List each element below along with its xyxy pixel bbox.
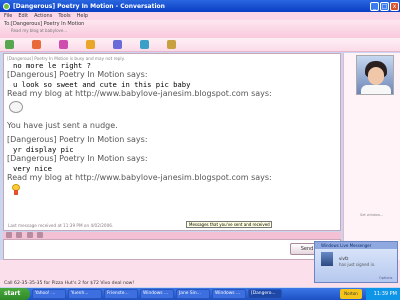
menu-edit[interactable]: Edit — [18, 13, 28, 19]
block-icon[interactable] — [167, 40, 176, 49]
contact-display-picture[interactable] — [356, 55, 394, 95]
sender-line: [Dangerous] Poetry In Motion says: — [7, 70, 148, 79]
wink-icon[interactable] — [26, 232, 33, 238]
send-files-icon[interactable] — [32, 40, 41, 49]
nudge-notice: You have just sent a nudge. — [7, 121, 118, 130]
notification-header: Windows Live Messenger — [315, 242, 397, 249]
close-button[interactable]: x — [390, 1, 399, 11]
contact-personal-message: Read my blog at babylove... — [11, 28, 68, 33]
voice-call-icon[interactable] — [86, 40, 95, 49]
display-picture-panel: Set window... — [343, 53, 400, 273]
last-message-status: Last message received at 11:39 PM on 4/0… — [8, 223, 114, 228]
notification-status: has just signed in. — [339, 262, 376, 267]
tooltip: Messages that you've sent and received — [186, 221, 272, 228]
message-text: yr display pic — [13, 145, 74, 154]
font-icon[interactable] — [6, 232, 12, 238]
nudge-button-icon[interactable] — [36, 232, 43, 238]
menu-help[interactable]: Help — [77, 13, 88, 19]
maximize-button[interactable]: □ — [380, 1, 389, 11]
taskbar-item[interactable]: Windows ... — [140, 289, 174, 299]
minimize-button[interactable]: _ — [370, 1, 379, 11]
ad-text[interactable]: Call 62-35-35-35 for Pizza Hut's 2 for $… — [4, 281, 134, 286]
games-icon[interactable] — [140, 40, 149, 49]
sign-in-notification[interactable]: Windows Live Messenger vivfz has just si… — [314, 241, 398, 283]
messenger-icon — [3, 2, 10, 10]
norton-tray-icon[interactable]: Norton — [340, 289, 362, 299]
menu-actions[interactable]: Actions — [34, 13, 52, 19]
taskbar-item-active[interactable]: [Dangero... — [248, 289, 282, 299]
title-bar: [Dangerous] Poetry In Motion - Conversat… — [0, 0, 400, 12]
sender-line: [Dangerous] Poetry In Motion says: — [7, 154, 148, 163]
nudge-image — [7, 99, 337, 117]
to-label: To: — [4, 21, 11, 27]
conversation-header: To: [Dangerous] Poetry In Motion Read my… — [0, 20, 400, 38]
menu-bar: File Edit Actions Tools Help — [0, 12, 400, 20]
side-label: Set window... — [360, 213, 384, 217]
activities-icon[interactable] — [113, 40, 122, 49]
taskbar-item[interactable]: Windows ... — [212, 289, 246, 299]
taskbar-item[interactable]: Jane Sin... — [176, 289, 210, 299]
message-text: no more le right ? — [13, 61, 91, 70]
toolbar — [0, 38, 400, 52]
message-text: very nice — [13, 164, 52, 173]
start-button[interactable]: start — [0, 288, 30, 300]
menu-tools[interactable]: Tools — [58, 13, 70, 19]
notification-contact-name: vivfz — [339, 256, 349, 261]
system-tray-clock: 11:39 PM — [366, 288, 400, 300]
contact-name[interactable]: [Dangerous] Poetry In Motion — [11, 21, 84, 27]
menu-file[interactable]: File — [4, 13, 12, 19]
invite-icon[interactable] — [5, 40, 14, 49]
notification-options-link[interactable]: Options — [379, 276, 393, 280]
window-title: [Dangerous] Poetry In Motion - Conversat… — [13, 2, 165, 10]
taskbar-item[interactable]: Frienste... — [104, 289, 138, 299]
message-text: u look so sweet and cute in this pic bab… — [13, 80, 191, 89]
taskbar-item[interactable]: Yuenh... — [68, 289, 102, 299]
conversation-history[interactable]: [Dangerous] Poetry In Motion is busy and… — [3, 53, 341, 231]
compose-toolbar — [3, 232, 341, 239]
notification-avatar — [321, 252, 333, 266]
sender-line: [Dangerous] Poetry In Motion says: — [7, 135, 148, 144]
nudge-icon — [9, 101, 23, 113]
sender-line: Read my blog at http://www.babylove-jane… — [7, 173, 272, 182]
emoticon-picker-icon[interactable] — [16, 232, 23, 238]
taskbar-item[interactable]: Yahoo! ... — [32, 289, 66, 299]
video-call-icon[interactable] — [59, 40, 68, 49]
emoticon-icon — [11, 184, 21, 196]
sender-line: Read my blog at http://www.babylove-jane… — [7, 89, 272, 98]
